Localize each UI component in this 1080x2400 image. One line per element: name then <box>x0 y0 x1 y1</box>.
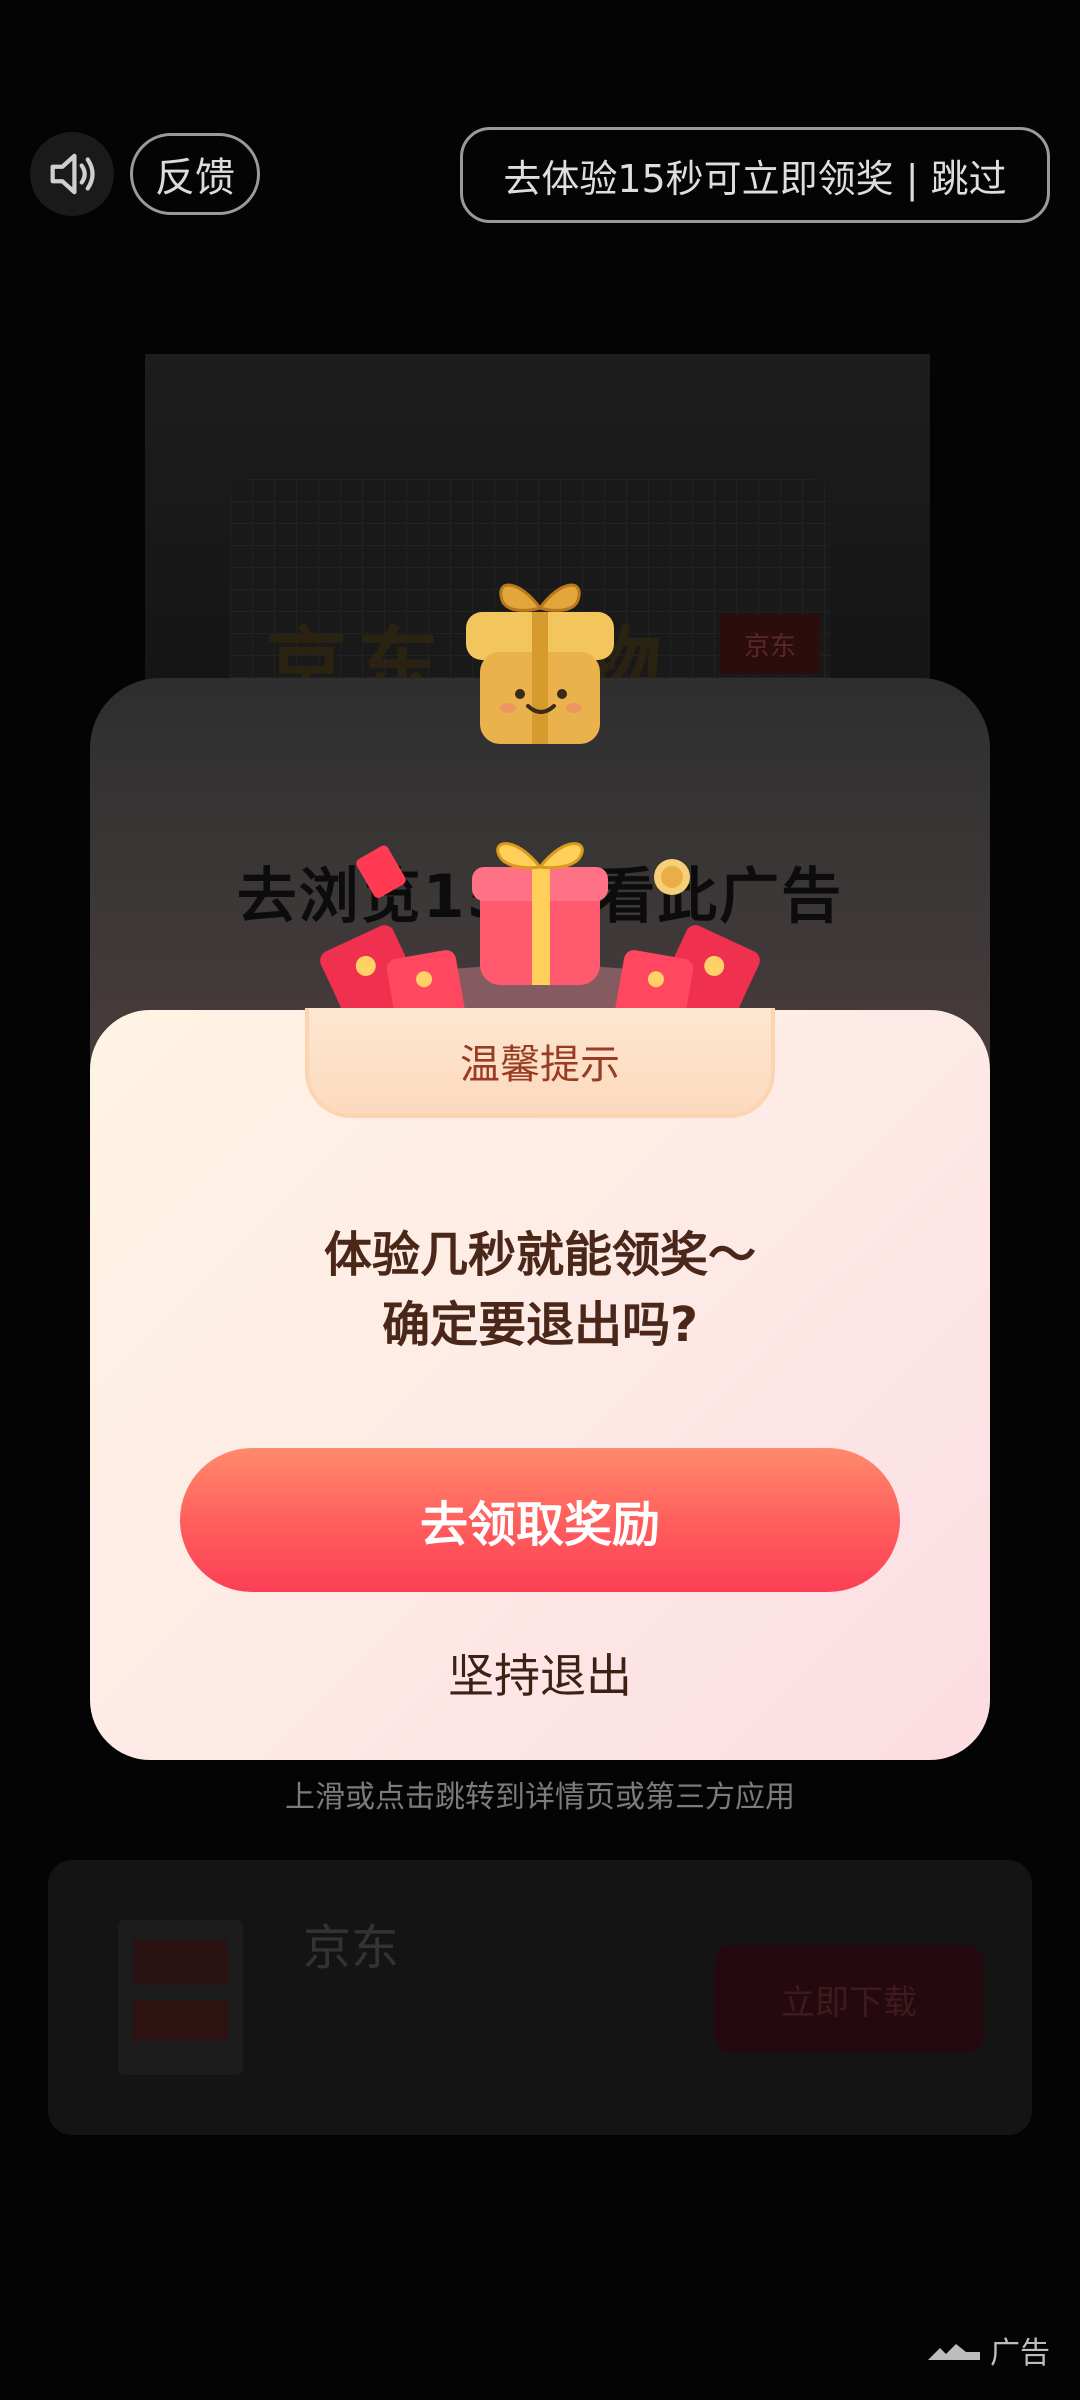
app-thumbnail <box>118 1920 243 2075</box>
dialog-title: 温馨提示 <box>460 1042 620 1088</box>
red-gift-icon <box>320 842 760 1025</box>
confirm-quit-button[interactable]: 坚持退出 <box>90 1640 990 1706</box>
ad-logo-icon <box>928 2344 980 2360</box>
speaker-icon <box>50 153 95 195</box>
ad-label-text: 广告 <box>990 2336 1050 2371</box>
app-name: 京东 <box>303 1920 400 1976</box>
feedback-button[interactable]: 反馈 <box>130 133 260 215</box>
exit-confirm-dialog: 温馨提示 体验几秒就能领奖～ 确定要退出吗? 去领取奖励 坚持退出 <box>90 1008 990 1760</box>
swipe-hint-text: 上滑或点击跳转到详情页或第三方应用 <box>285 1780 795 1815</box>
dialog-title-tab: 温馨提示 <box>305 1008 775 1118</box>
claim-reward-button[interactable]: 去领取奖励 <box>180 1448 900 1592</box>
skip-button[interactable]: 去体验15秒可立即领奖 | 跳过 <box>460 127 1050 223</box>
sound-toggle-button[interactable] <box>30 132 114 216</box>
gift-box-icon <box>466 583 614 744</box>
ad-label: 广告 <box>926 2328 1050 2372</box>
app-card[interactable]: 京东 立即下载 <box>48 1860 1032 2135</box>
dialog-message-line1: 体验几秒就能领奖～ <box>323 1227 756 1283</box>
ad-title-strip <box>165 305 805 345</box>
dialog-message-line2: 确定要退出吗? <box>382 1297 698 1353</box>
download-button[interactable]: 立即下载 <box>714 1945 984 2053</box>
ad-brand-tag: 京东 <box>720 614 820 674</box>
